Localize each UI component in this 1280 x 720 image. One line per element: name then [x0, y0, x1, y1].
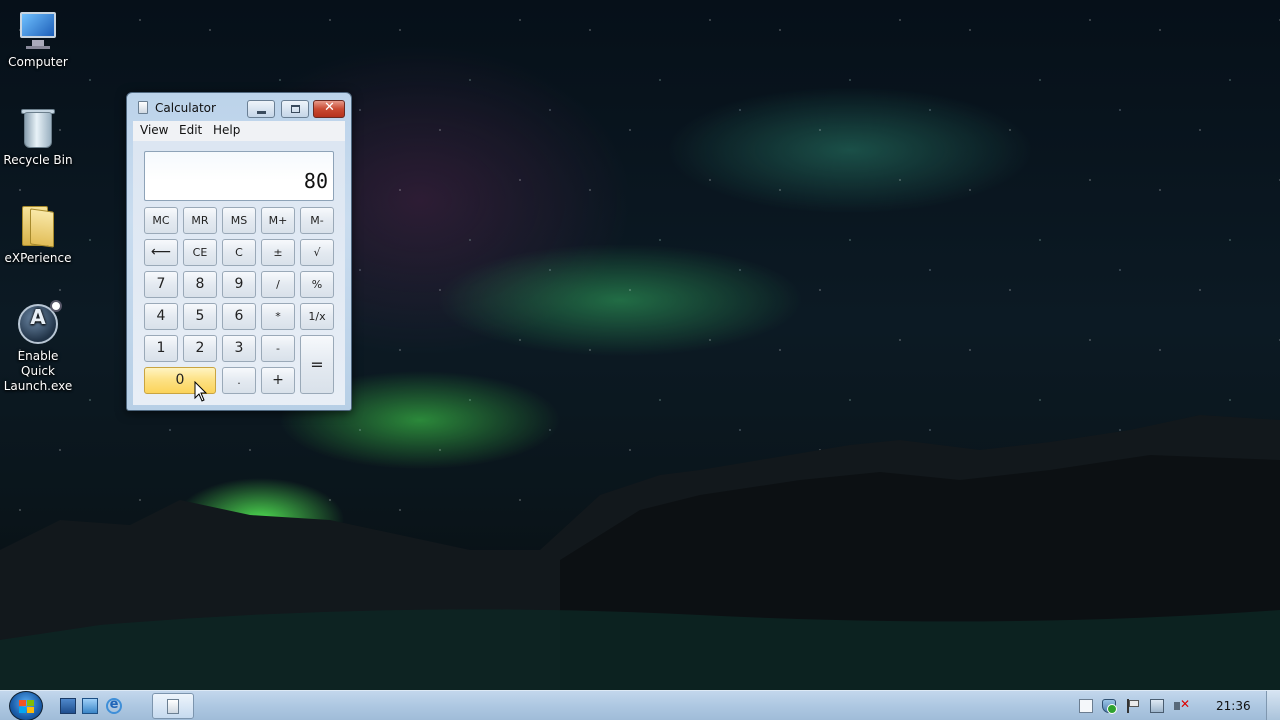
digit-5-button[interactable]: 5	[183, 303, 217, 330]
taskbar-clock[interactable]: 21:36	[1216, 699, 1251, 713]
security-shield-icon[interactable]	[1102, 699, 1117, 714]
menu-help[interactable]: Help	[213, 123, 240, 137]
action-center-doc-icon[interactable]	[1079, 699, 1093, 713]
digit-7-button[interactable]: 7	[144, 271, 178, 298]
calculator-titlebar[interactable]: Calculator ✕	[127, 93, 351, 119]
digit-6-button[interactable]: 6	[222, 303, 256, 330]
desktop-icon-label: Recycle Bin	[3, 153, 73, 167]
calculator-taskbar-icon	[167, 699, 179, 714]
window-title: Calculator	[155, 101, 216, 115]
add-button[interactable]: +	[261, 367, 295, 394]
desktop-icon-recycle-bin[interactable]: Recycle Bin	[2, 106, 74, 168]
menu-bar: View Edit Help	[133, 121, 345, 141]
windows-explorer-icon[interactable]	[82, 698, 98, 714]
computer-icon	[16, 8, 60, 52]
calculator-display: 80	[144, 151, 334, 201]
taskbar: e ✕ 21:36	[0, 690, 1280, 720]
digit-8-button[interactable]: 8	[183, 271, 217, 298]
show-desktop-strip[interactable]	[1266, 691, 1280, 720]
internet-explorer-icon[interactable]: e	[106, 697, 122, 714]
calculator-app-icon	[138, 101, 148, 114]
flag-icon[interactable]	[1126, 699, 1140, 713]
maximize-button[interactable]	[281, 100, 309, 118]
clear-button[interactable]: C	[222, 239, 256, 266]
mouse-cursor-icon	[194, 381, 208, 402]
divide-button[interactable]: /	[261, 271, 295, 298]
digit-1-button[interactable]: 1	[144, 335, 178, 362]
square-root-button[interactable]: √	[300, 239, 334, 266]
memory-clear-button[interactable]: MC	[144, 207, 178, 234]
decimal-button[interactable]: .	[222, 367, 256, 394]
backspace-button[interactable]: ⟵	[144, 239, 178, 266]
close-icon: ✕	[324, 100, 335, 115]
display-value: 80	[303, 169, 328, 193]
desktop-icon-label: Computer	[8, 55, 68, 69]
percent-button[interactable]: %	[300, 271, 334, 298]
desktop-icon-computer[interactable]: Computer	[2, 8, 74, 70]
calculator-body: 80 MC MR MS M+ M- ⟵ CE C ± √ 7 8 9 / % 4…	[133, 141, 345, 405]
plus-minus-button[interactable]: ±	[261, 239, 295, 266]
desktop-icon-enable-quick-launch[interactable]: A Enable Quick Launch.exe	[2, 300, 74, 394]
memory-recall-button[interactable]: MR	[183, 207, 217, 234]
folder-icon	[16, 204, 60, 248]
multiply-button[interactable]: *	[261, 303, 295, 330]
volume-muted-icon[interactable]: ✕	[1174, 697, 1190, 713]
menu-edit[interactable]: Edit	[179, 123, 202, 137]
equals-button[interactable]: =	[300, 335, 334, 394]
minimize-icon	[257, 111, 266, 114]
memory-store-button[interactable]: MS	[222, 207, 256, 234]
mountain-silhouette	[0, 415, 1280, 690]
quick-launch-app-icon: A	[16, 300, 62, 346]
desktop-icon-label: eXPerience	[4, 251, 72, 265]
calculator-task[interactable]	[152, 693, 194, 719]
desktop-icon-label: Enable Quick Launch.exe	[3, 349, 73, 393]
digit-3-button[interactable]: 3	[222, 335, 256, 362]
subtract-button[interactable]: -	[261, 335, 295, 362]
network-icon[interactable]	[1150, 699, 1164, 713]
digit-4-button[interactable]: 4	[144, 303, 178, 330]
maximize-icon	[291, 105, 300, 113]
memory-subtract-button[interactable]: M-	[300, 207, 334, 234]
memory-add-button[interactable]: M+	[261, 207, 295, 234]
recycle-bin-icon	[16, 106, 60, 150]
start-button[interactable]	[9, 691, 43, 720]
close-button[interactable]: ✕	[313, 100, 345, 118]
menu-view[interactable]: View	[140, 123, 168, 137]
calculator-window[interactable]: Calculator ✕ View Edit Help 80 MC MR MS …	[126, 92, 352, 411]
windows-logo-icon	[19, 700, 34, 713]
desktop-icon-experience-folder[interactable]: eXPerience	[2, 204, 74, 266]
minimize-button[interactable]	[247, 100, 275, 118]
clear-entry-button[interactable]: CE	[183, 239, 217, 266]
show-desktop-icon[interactable]	[60, 698, 76, 714]
digit-9-button[interactable]: 9	[222, 271, 256, 298]
reciprocal-button[interactable]: 1/x	[300, 303, 334, 330]
digit-2-button[interactable]: 2	[183, 335, 217, 362]
